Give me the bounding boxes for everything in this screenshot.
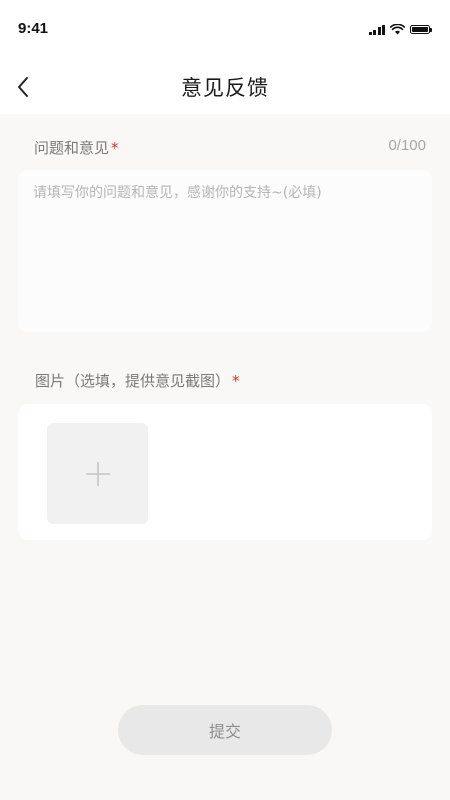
signal-icon bbox=[368, 24, 385, 35]
required-star: * bbox=[232, 372, 240, 390]
status-bar: 9:41 bbox=[0, 0, 450, 58]
status-icons bbox=[368, 24, 432, 35]
wifi-icon bbox=[390, 24, 405, 35]
add-image-button[interactable] bbox=[47, 423, 148, 524]
battery-icon bbox=[410, 25, 432, 34]
feedback-textarea[interactable] bbox=[18, 170, 432, 332]
images-label-text: 图片（选填，提供意见截图） bbox=[35, 372, 231, 390]
required-star: * bbox=[111, 139, 119, 157]
images-section-label: 图片（选填，提供意见截图） * bbox=[35, 370, 240, 391]
feedback-label-text: 问题和意见 bbox=[34, 139, 110, 157]
status-time: 9:41 bbox=[18, 20, 49, 37]
page-title: 意见反馈 bbox=[181, 76, 269, 100]
plus-icon bbox=[85, 461, 110, 486]
nav-bar: 意见反馈 bbox=[0, 58, 450, 114]
feedback-section-label: 问题和意见 * bbox=[34, 137, 119, 158]
submit-button[interactable]: 提交 bbox=[118, 705, 332, 755]
char-counter: 0/100 bbox=[388, 137, 426, 154]
